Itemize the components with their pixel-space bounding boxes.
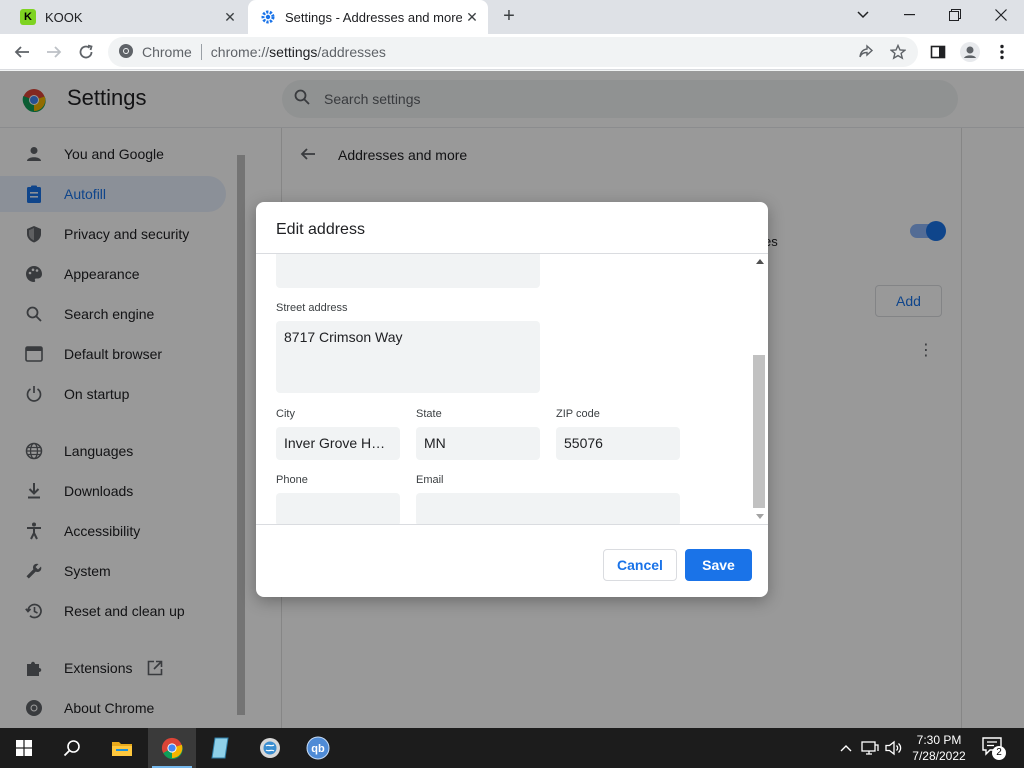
menu-kebab-icon[interactable] [988,38,1016,66]
profile-avatar-icon[interactable] [956,38,984,66]
restore-button[interactable] [932,0,978,30]
clock-time: 7:30 PM [916,733,962,747]
clock-date: 7/28/2022 [912,749,966,763]
dialog-scrollbar[interactable] [752,254,768,524]
notification-center-icon[interactable]: 2 [982,736,1006,760]
close-window-button[interactable] [978,0,1024,30]
url-host: settings [269,44,318,60]
side-panel-icon[interactable] [924,38,952,66]
omnibox-url: chrome://settings/addresses [211,44,386,60]
tab-search-chevron-icon[interactable] [840,0,886,30]
street-address-field[interactable]: 8717 Crimson Way [276,321,540,393]
scroll-down-arrow-icon[interactable] [756,514,764,519]
new-tab-button[interactable]: + [498,6,520,28]
dialog-form: Street address 8717 Crimson Way City Inv… [256,254,752,524]
scrollbar-thumb[interactable] [753,355,765,508]
omnibox-scheme-label: Chrome [142,44,192,60]
address-bar[interactable]: Chrome chrome://settings/addresses [108,37,918,67]
windows-taskbar: qb 7:30 PM 7/28/2022 2 [0,728,1024,768]
network-icon[interactable] [860,738,880,758]
minimize-button[interactable] [886,0,932,30]
tab-settings[interactable]: Settings - Addresses and more ✕ [248,0,488,34]
tab-strip: K KOOK ✕ Settings - Addresses and more ✕… [0,0,1024,34]
edit-address-dialog: Edit address Street address 8717 Crimson… [256,202,768,597]
omnibox-divider [200,44,202,60]
tray-chevron-up-icon[interactable] [836,738,856,758]
notification-count-badge: 2 [992,746,1006,760]
reload-button[interactable] [72,38,100,66]
file-explorer-icon[interactable] [98,728,146,768]
volume-icon[interactable] [884,738,904,758]
cancel-button[interactable]: Cancel [603,549,677,581]
close-icon[interactable]: ✕ [220,7,240,27]
globe-app-icon[interactable] [246,728,294,768]
forward-button[interactable] [40,38,68,66]
chrome-site-icon [118,43,134,62]
bookmark-star-icon[interactable] [884,38,912,66]
chrome-taskbar-icon[interactable] [148,728,196,768]
url-prefix: chrome:// [210,44,270,60]
phone-label: Phone [276,474,308,486]
browser-toolbar: Chrome chrome://settings/addresses [0,34,1024,70]
city-label: City [276,408,295,420]
notepad-icon[interactable] [196,728,244,768]
qbittorrent-icon[interactable]: qb [294,728,342,768]
scroll-up-arrow-icon[interactable] [756,259,764,264]
state-field[interactable]: MN [416,427,540,460]
city-field[interactable]: Inver Grove Heig... [276,427,400,460]
divider [256,524,768,525]
dialog-title: Edit address [276,221,365,238]
windows-start-icon[interactable] [0,728,48,768]
kook-logo-icon: K [20,9,36,25]
search-icon[interactable] [48,728,96,768]
tab-title: Settings - Addresses and more [285,9,462,25]
back-button[interactable] [8,38,36,66]
share-icon[interactable] [852,38,880,66]
save-button[interactable]: Save [685,549,752,581]
qb-label: qb [311,743,325,755]
tab-title: KOOK [45,9,83,25]
url-path: /addresses [317,44,386,60]
previous-field-input[interactable] [276,254,540,288]
email-field[interactable] [416,493,680,524]
taskbar-clock[interactable]: 7:30 PM 7/28/2022 [906,732,972,764]
email-label: Email [416,474,444,486]
state-label: State [416,408,442,420]
phone-field[interactable] [276,493,400,524]
close-icon[interactable]: ✕ [462,7,482,27]
street-address-label: Street address [276,302,348,314]
zip-code-label: ZIP code [556,408,600,420]
settings-gear-icon [260,9,276,25]
zip-code-field[interactable]: 55076 [556,427,680,460]
tab-kook[interactable]: K KOOK ✕ [8,0,246,34]
